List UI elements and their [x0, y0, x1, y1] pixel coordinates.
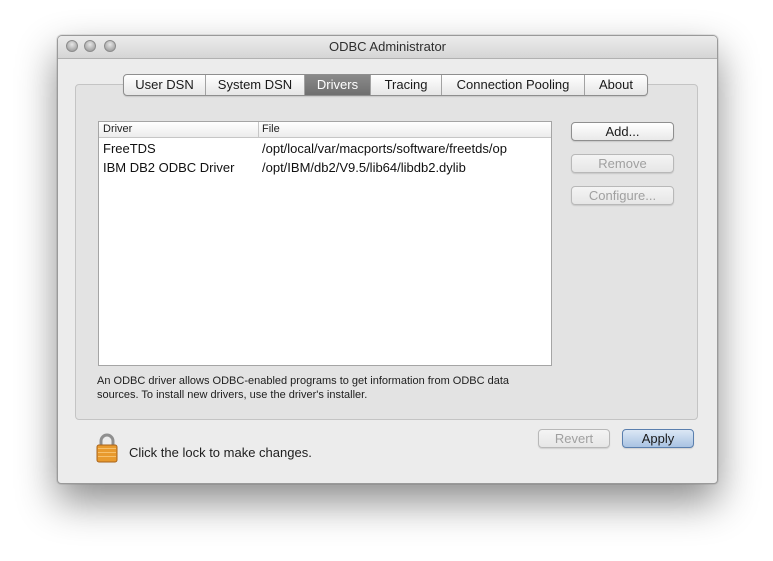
configure-driver-button[interactable]: Configure... [571, 186, 674, 205]
odbc-administrator-window: ODBC Administrator User DSN System DSN D… [57, 35, 718, 484]
table-row[interactable]: IBM DB2 ODBC Driver /opt/IBM/db2/V9.5/li… [99, 158, 551, 177]
tab-drivers[interactable]: Drivers [305, 75, 371, 95]
revert-button[interactable]: Revert [538, 429, 610, 448]
add-driver-button[interactable]: Add... [571, 122, 674, 141]
info-line-1: An ODBC driver allows ODBC-enabled progr… [97, 375, 510, 387]
lock-label: Click the lock to make changes. [129, 445, 312, 460]
window-title: ODBC Administrator [328, 39, 447, 54]
remove-driver-button[interactable]: Remove [571, 154, 674, 173]
table-header: Driver File [99, 122, 551, 138]
tab-connection-pooling[interactable]: Connection Pooling [442, 75, 585, 95]
tab-bar: User DSN System DSN Drivers Tracing Conn… [123, 74, 648, 96]
tab-about[interactable]: About [585, 75, 647, 95]
tab-tracing[interactable]: Tracing [371, 75, 442, 95]
padlock-icon[interactable] [95, 433, 119, 463]
drivers-info-text: An ODBC driver allows ODBC-enabled progr… [97, 374, 577, 402]
tab-user-dsn[interactable]: User DSN [124, 75, 206, 95]
tab-system-dsn[interactable]: System DSN [206, 75, 305, 95]
driver-name-cell: FreeTDS [103, 141, 156, 156]
column-header-driver[interactable]: Driver [103, 123, 132, 137]
drivers-table[interactable]: Driver File FreeTDS /opt/local/var/macpo… [98, 121, 552, 366]
column-divider[interactable] [258, 122, 259, 137]
column-header-file[interactable]: File [262, 123, 280, 137]
apply-button[interactable]: Apply [622, 429, 694, 448]
driver-name-cell: IBM DB2 ODBC Driver [103, 160, 235, 175]
table-row[interactable]: FreeTDS /opt/local/var/macports/software… [99, 139, 551, 158]
driver-file-cell: /opt/local/var/macports/software/freetds… [262, 141, 507, 156]
driver-file-cell: /opt/IBM/db2/V9.5/lib64/libdb2.dylib [262, 160, 466, 175]
info-line-2: sources. To install new drivers, use the… [97, 389, 368, 401]
title-bar: ODBC Administrator [58, 36, 717, 59]
